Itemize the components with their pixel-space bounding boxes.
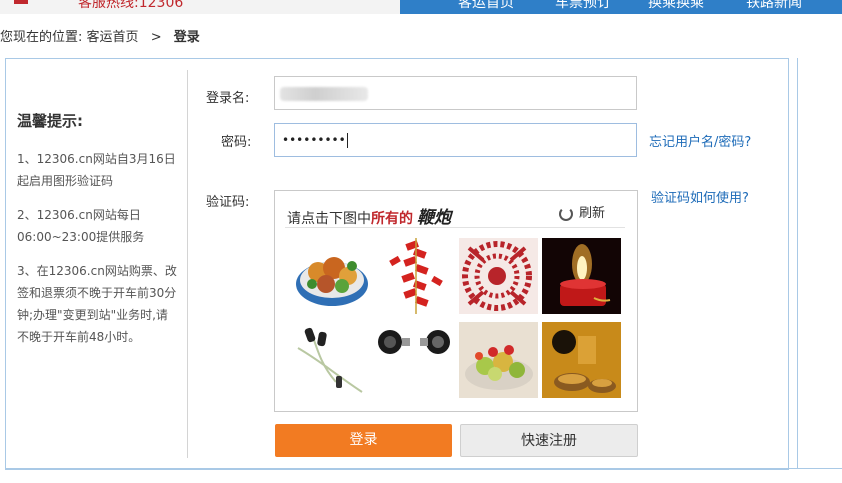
nav-item-home[interactable]: 客运首页	[458, 0, 514, 12]
captcha-tile-earbuds[interactable]	[376, 322, 455, 398]
right-side-panel	[797, 58, 842, 468]
captcha-tile-food[interactable]	[292, 238, 371, 314]
breadcrumb-separator: >	[150, 30, 162, 45]
captcha-tile-firecrackers[interactable]	[376, 238, 455, 314]
breadcrumb-prefix: 您现在的位置:	[0, 30, 83, 45]
bottom-divider	[5, 468, 842, 469]
breadcrumb: 您现在的位置: 客运首页 > 登录	[0, 26, 200, 45]
captcha-label: 验证码:	[206, 195, 250, 210]
captcha-tile-earphones[interactable]	[292, 322, 371, 398]
captcha-help-link[interactable]: 验证码如何使用?	[651, 187, 749, 206]
quick-register-button[interactable]: 快速注册	[460, 424, 638, 457]
logo-icon	[14, 0, 28, 4]
captcha-divider	[285, 227, 625, 228]
captcha-prompt: 请点击下图中所有的 鞭炮	[287, 208, 451, 228]
captcha-box: 请点击下图中所有的 鞭炮 刷新	[274, 190, 638, 412]
tip-item-3: 3、在12306.cn网站购票、改签和退票须不晚于开车前30分钟;办理"变更到站…	[17, 264, 177, 344]
top-header: 客服热线:12306 客运首页 车票预订 换乘换乘 铁路新闻	[0, 0, 842, 14]
password-input[interactable]: •••••••••	[274, 123, 637, 157]
nav-item-news[interactable]: 铁路新闻	[746, 0, 802, 12]
hotline-text: 客服热线:12306	[78, 0, 184, 11]
username-label: 登录名:	[206, 91, 250, 106]
vertical-divider	[187, 70, 188, 458]
refresh-icon	[559, 206, 573, 221]
tips-title: 温馨提示:	[17, 112, 83, 130]
breadcrumb-home-link[interactable]: 客运首页	[87, 30, 139, 45]
nav-item-tickets[interactable]: 车票预订	[555, 0, 611, 12]
captcha-tile-fruit-bowl[interactable]	[459, 322, 538, 398]
captcha-tile-tea-cups[interactable]	[542, 322, 621, 398]
captcha-tile-paper-cut[interactable]	[459, 238, 538, 314]
breadcrumb-current: 登录	[173, 30, 200, 45]
logo-area: 客服热线:12306	[0, 0, 415, 14]
forgot-password-link[interactable]: 忘记用户名/密码?	[649, 131, 751, 150]
login-button[interactable]: 登录	[275, 424, 452, 457]
password-label: 密码:	[221, 135, 252, 150]
username-value-redacted	[280, 87, 368, 101]
main-nav: 客运首页 车票预订 换乘换乘 铁路新闻	[400, 0, 842, 14]
tip-item-1: 1、12306.cn网站自3月16日起启用图形验证码	[17, 152, 176, 188]
captcha-tile-candle[interactable]	[542, 238, 621, 314]
nav-item-transfer[interactable]: 换乘换乘	[648, 0, 704, 12]
password-value: •••••••••	[282, 133, 348, 148]
username-input[interactable]	[274, 76, 637, 110]
captcha-refresh-button[interactable]: 刷新	[559, 202, 605, 221]
tip-item-2: 2、12306.cn网站每日06:00~23:00提供服务	[17, 208, 145, 244]
